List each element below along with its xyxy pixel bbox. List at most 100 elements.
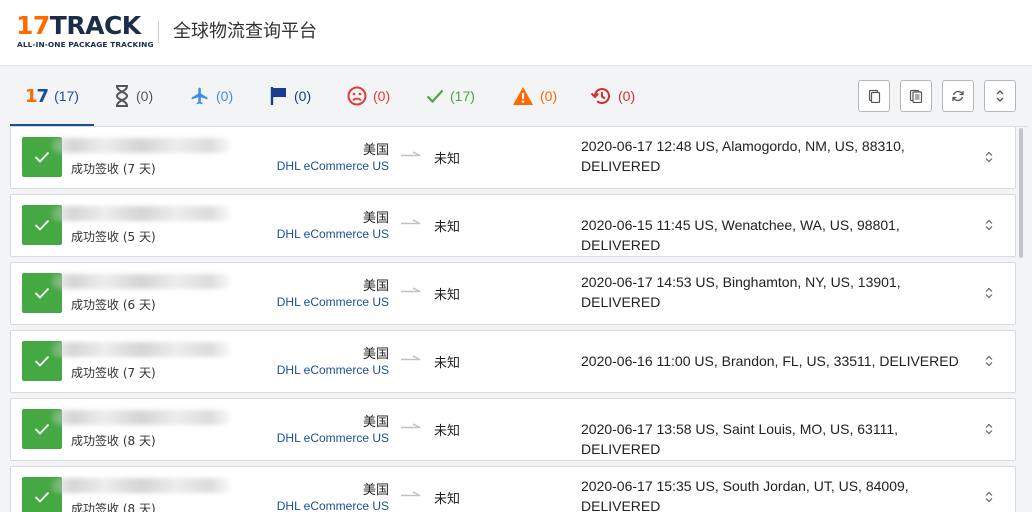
tracking-number-redacted xyxy=(51,342,231,357)
checkmark-icon xyxy=(34,219,50,231)
checkmark-icon xyxy=(34,491,50,503)
tab-count: (0) xyxy=(618,88,636,104)
chevron-up-down-icon xyxy=(985,355,993,367)
tab-count: (0) xyxy=(540,88,558,104)
copy-button[interactable] xyxy=(858,80,890,112)
origin-country: 美国 xyxy=(362,142,389,157)
copy-all-button[interactable] xyxy=(900,80,932,112)
delivery-status: 成功签收 (8 天) xyxy=(71,434,156,448)
logo-wordmark: 17TRACK xyxy=(16,11,141,40)
carrier-link[interactable]: DHL eCommerce US xyxy=(277,295,389,309)
history-icon xyxy=(590,88,610,104)
tab-count: (0) xyxy=(216,88,234,104)
expand-row-button[interactable] xyxy=(981,285,997,301)
delivery-status: 成功签收 (7 天) xyxy=(71,162,156,176)
origin-country: 美国 xyxy=(362,346,389,361)
destination-country: 未知 xyxy=(434,423,461,438)
route-arrow-icon xyxy=(401,423,421,429)
origin-country: 美国 xyxy=(362,414,389,429)
chevron-up-down-icon xyxy=(985,219,993,231)
expand-row-button[interactable] xyxy=(981,217,997,233)
shipment-list: 成功签收 (7 天) 美国 DHL eCommerce US 未知 2020-0… xyxy=(10,126,1016,512)
route-arrow-icon xyxy=(401,287,421,293)
shipment-card[interactable]: 成功签收 (7 天) 美国 DHL eCommerce US 未知 2020-0… xyxy=(10,126,1016,189)
header-divider xyxy=(158,21,159,43)
17track-logo[interactable]: 17TRACK ALL-IN-ONE PACKAGE TRACKING xyxy=(16,11,154,53)
carrier-link[interactable]: DHL eCommerce US xyxy=(277,499,389,512)
scrollbar-thumb[interactable] xyxy=(1019,128,1023,258)
expand-row-button[interactable] xyxy=(981,489,997,505)
destination-country: 未知 xyxy=(434,355,461,370)
carrier-link[interactable]: DHL eCommerce US xyxy=(277,227,389,241)
carrier-link[interactable]: DHL eCommerce US xyxy=(277,431,389,445)
expand-row-button[interactable] xyxy=(981,421,997,437)
expand-row-button[interactable] xyxy=(981,353,997,369)
carrier-link[interactable]: DHL eCommerce US xyxy=(277,159,389,173)
tab-count: (17) xyxy=(54,88,79,104)
delivery-status: 成功签收 (7 天) xyxy=(71,366,156,380)
shipment-card[interactable]: 成功签收 (8 天) 美国 DHL eCommerce US 未知 2020-0… xyxy=(10,466,1016,512)
route-arrow-icon xyxy=(401,355,421,361)
sad-face-icon xyxy=(347,86,367,106)
shipment-card[interactable]: 成功签收 (6 天) 美国 DHL eCommerce US 未知 2020-0… xyxy=(10,262,1016,325)
checkmark-icon xyxy=(34,287,50,299)
checkmark-icon xyxy=(34,423,50,435)
origin-country: 美国 xyxy=(362,210,389,225)
tab-count: (0) xyxy=(294,88,312,104)
delivery-status: 成功签收 (6 天) xyxy=(71,298,156,312)
tab-all[interactable]: 17 (17) xyxy=(10,83,94,126)
top-bar: 17TRACK ALL-IN-ONE PACKAGE TRACKING 全球物流… xyxy=(0,0,1032,66)
latest-event: 2020-06-17 13:58 US, Saint Louis, MO, US… xyxy=(581,421,899,457)
expand-collapse-icon xyxy=(996,90,1004,102)
refresh-button[interactable] xyxy=(942,80,974,112)
destination-country: 未知 xyxy=(434,219,461,234)
latest-event: 2020-06-17 12:48 US, Alamogordo, NM, US,… xyxy=(581,138,905,174)
list-scrollbar[interactable] xyxy=(1018,126,1026,512)
tab-count: (17) xyxy=(450,88,475,104)
chevron-up-down-icon xyxy=(985,151,993,163)
copy-icon xyxy=(868,89,881,103)
tab-count: (0) xyxy=(136,88,154,104)
tracking-panel: 17 (17) (0) (0) (0) (0) (17) (0) (0) 成功签… xyxy=(0,66,1032,512)
tab-not-found[interactable]: (0) xyxy=(114,83,153,109)
17track-tab-icon: 17 xyxy=(25,85,49,107)
tab-expired[interactable]: (0) xyxy=(590,83,635,109)
chevron-up-down-icon xyxy=(985,423,993,435)
latest-event: 2020-06-17 15:35 US, South Jordan, UT, U… xyxy=(581,478,909,512)
page-title: 全球物流查询平台 xyxy=(173,21,317,42)
route-arrow-icon xyxy=(401,151,421,157)
flag-icon xyxy=(270,87,286,105)
tracking-number-redacted xyxy=(51,410,231,425)
refresh-icon xyxy=(952,90,964,102)
copy-list-icon xyxy=(909,89,923,103)
latest-event: 2020-06-17 14:53 US, Binghamton, NY, US,… xyxy=(581,274,901,310)
origin-country: 美国 xyxy=(362,278,389,293)
chevron-up-down-icon xyxy=(985,287,993,299)
destination-country: 未知 xyxy=(434,287,461,302)
tab-in-transit[interactable]: (0) xyxy=(190,83,233,109)
tab-pick-up[interactable]: (0) xyxy=(270,83,311,109)
tab-delivered[interactable]: (17) xyxy=(426,83,475,109)
checkmark-icon xyxy=(34,151,50,163)
shipment-card[interactable]: 成功签收 (8 天) 美国 DHL eCommerce US 未知 2020-0… xyxy=(10,398,1016,461)
latest-event: 2020-06-15 11:45 US, Wenatchee, WA, US, … xyxy=(581,217,900,253)
tracking-number-redacted xyxy=(51,478,231,493)
shipment-card[interactable]: 成功签收 (5 天) 美国 DHL eCommerce US 未知 2020-0… xyxy=(10,194,1016,257)
expand-row-button[interactable] xyxy=(981,149,997,165)
route-arrow-icon xyxy=(401,219,421,225)
shipment-card[interactable]: 成功签收 (7 天) 美国 DHL eCommerce US 未知 2020-0… xyxy=(10,330,1016,393)
latest-event: 2020-06-16 11:00 US, Brandon, FL, US, 33… xyxy=(581,353,959,369)
tracking-number-redacted xyxy=(51,274,231,289)
checkmark-icon xyxy=(34,355,50,367)
chevron-up-down-icon xyxy=(985,491,993,503)
logo-tagline: ALL-IN-ONE PACKAGE TRACKING xyxy=(17,40,154,49)
tab-undelivered[interactable]: (0) xyxy=(347,83,390,109)
carrier-link[interactable]: DHL eCommerce US xyxy=(277,363,389,377)
tab-alert[interactable]: (0) xyxy=(512,83,557,109)
expand-all-button[interactable] xyxy=(984,80,1016,112)
destination-country: 未知 xyxy=(434,491,461,506)
delivery-status: 成功签收 (5 天) xyxy=(71,230,156,244)
tracking-number-redacted xyxy=(51,138,231,153)
status-tabs: 17 (17) (0) (0) (0) (0) (17) (0) (0) xyxy=(10,66,1028,127)
origin-country: 美国 xyxy=(362,482,389,497)
